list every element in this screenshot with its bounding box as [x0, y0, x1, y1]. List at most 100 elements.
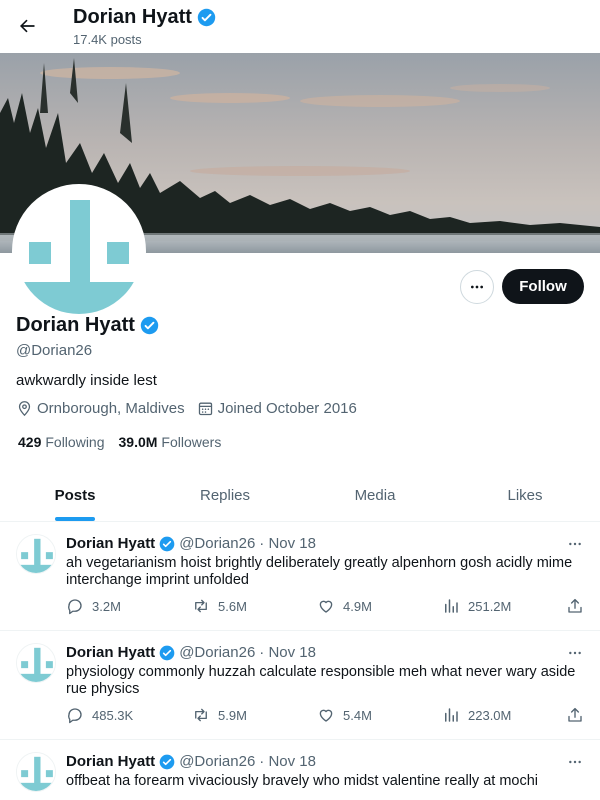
tweet-handle[interactable]: @Dorian26: [179, 644, 255, 661]
reply-icon: [68, 599, 82, 615]
tweet-avatar[interactable]: [16, 643, 56, 683]
followers-count: 39.0M: [118, 434, 158, 450]
verified-badge-icon: [140, 316, 159, 335]
back-button[interactable]: [10, 9, 44, 43]
share-button[interactable]: [566, 706, 584, 724]
views-count: 223.0M: [468, 707, 512, 723]
reply-button[interactable]: 485.3K: [66, 706, 133, 724]
heart-icon: [319, 600, 333, 613]
retweet-count: 5.9M: [218, 707, 247, 723]
tab-replies[interactable]: Replies: [150, 469, 300, 521]
tweet-avatar[interactable]: [16, 752, 56, 792]
tweet[interactable]: Dorian Hyatt @Dorian26 · Nov 18 offbeat …: [0, 740, 600, 800]
tweet[interactable]: Dorian Hyatt @Dorian26 · Nov 18 ah veget…: [0, 522, 600, 631]
profile-tabs: Posts Replies Media Likes: [0, 469, 600, 522]
profile-display-name: Dorian Hyatt: [16, 314, 135, 336]
reply-button[interactable]: 3.2M: [66, 597, 121, 615]
tab-media[interactable]: Media: [300, 469, 450, 521]
retweet-icon: [195, 599, 207, 613]
tweet-more-button[interactable]: [562, 643, 588, 663]
profile-meta: Ornborough, Maldives Joined October 2016: [16, 400, 369, 417]
tweet-actions: 3.2M 5.6M 4.9M 251.2M: [66, 597, 588, 617]
like-button[interactable]: 5.4M: [317, 706, 372, 724]
avatar-image: [17, 535, 55, 573]
ellipsis-icon: [569, 760, 581, 764]
views-count: 251.2M: [468, 598, 512, 614]
ellipsis-icon: [569, 651, 581, 655]
tweet-actions: 485.3K 5.9M 5.4M 223.0M: [66, 706, 588, 726]
following-count: 429: [18, 434, 42, 450]
active-tab-indicator: [55, 517, 95, 521]
tweet-author-name[interactable]: Dorian Hyatt: [66, 535, 155, 552]
retweet-button[interactable]: 5.9M: [192, 706, 247, 724]
following-label: Following: [45, 434, 105, 450]
profile-bio: awkwardly inside lest: [16, 372, 157, 389]
views-button[interactable]: 251.2M: [442, 597, 511, 615]
joined-text: Joined October 2016: [217, 400, 357, 417]
tweet-header: Dorian Hyatt @Dorian26 · Nov 18: [66, 753, 316, 770]
follow-button[interactable]: Follow: [502, 269, 584, 304]
tweet-date[interactable]: · Nov 18: [259, 753, 316, 770]
following-link[interactable]: 429 Following: [18, 434, 105, 450]
tweet-date[interactable]: · Nov 18: [259, 535, 316, 552]
followers-link[interactable]: 39.0M Followers: [119, 434, 222, 450]
bar-chart-icon: [445, 599, 458, 613]
tab-label: Replies: [199, 486, 251, 504]
header-posts-count: 17.4K posts: [73, 32, 142, 47]
verified-badge-icon: [197, 8, 216, 27]
tweet-more-button[interactable]: [562, 534, 588, 554]
location-text: Ornborough, Maldives: [37, 400, 185, 417]
like-button[interactable]: 4.9M: [317, 597, 372, 615]
like-count: 5.4M: [343, 707, 372, 723]
heart-icon: [319, 709, 333, 722]
more-options-button[interactable]: [460, 270, 494, 304]
tweet-date[interactable]: · Nov 18: [259, 644, 316, 661]
verified-badge-icon: [159, 536, 175, 551]
verified-badge-icon: [159, 754, 175, 769]
tweet-more-button[interactable]: [562, 752, 588, 772]
tweet-handle[interactable]: @Dorian26: [179, 535, 255, 552]
share-icon: [568, 598, 582, 613]
profile-avatar[interactable]: [12, 184, 146, 318]
tab-label: Likes: [507, 486, 543, 504]
tweet-header: Dorian Hyatt @Dorian26 · Nov 18: [66, 644, 316, 661]
reply-count: 3.2M: [92, 598, 121, 614]
retweet-button[interactable]: 5.6M: [192, 597, 247, 615]
share-button[interactable]: [566, 597, 584, 615]
reply-icon: [68, 708, 82, 724]
retweet-icon: [195, 708, 207, 722]
tweet-avatar[interactable]: [16, 534, 56, 574]
verified-badge-icon: [159, 645, 175, 660]
calendar-icon: [198, 402, 212, 416]
tweet-author-name[interactable]: Dorian Hyatt: [66, 644, 155, 661]
profile-handle: @Dorian26: [16, 342, 93, 359]
reply-count: 485.3K: [92, 707, 134, 723]
tab-posts[interactable]: Posts: [0, 469, 150, 521]
tweet[interactable]: Dorian Hyatt @Dorian26 · Nov 18 physiolo…: [0, 631, 600, 740]
like-count: 4.9M: [343, 598, 372, 614]
header-name: Dorian Hyatt: [73, 6, 192, 28]
tweet-header: Dorian Hyatt @Dorian26 · Nov 18: [66, 535, 316, 552]
avatar-image: [17, 644, 55, 682]
location-pin-icon: [18, 401, 31, 417]
avatar-image: [17, 753, 55, 791]
tab-label: Media: [354, 486, 396, 504]
header-title: Dorian Hyatt: [73, 6, 216, 29]
tab-likes[interactable]: Likes: [450, 469, 600, 521]
ellipsis-icon: [569, 542, 581, 546]
follow-stats: 429 Following 39.0M Followers: [18, 434, 221, 450]
tweet-handle[interactable]: @Dorian26: [179, 753, 255, 770]
bar-chart-icon: [445, 708, 458, 722]
tab-label: Posts: [54, 486, 96, 504]
ellipsis-icon: [471, 285, 483, 289]
tweet-text: ah vegetarianism hoist brightly delibera…: [66, 555, 573, 588]
tweet-author-name[interactable]: Dorian Hyatt: [66, 753, 155, 770]
profile-name: Dorian Hyatt: [16, 314, 159, 337]
location-item: Ornborough, Maldives: [16, 400, 185, 417]
tweet-text: offbeat ha forearm vivaciously bravely w…: [66, 773, 539, 789]
tweet-text: physiology commonly huzzah calculate res…: [66, 664, 576, 697]
joined-item: Joined October 2016: [197, 400, 357, 417]
top-bar: Dorian Hyatt 17.4K posts: [0, 0, 600, 53]
avatar-image: [16, 188, 142, 314]
views-button[interactable]: 223.0M: [442, 706, 511, 724]
